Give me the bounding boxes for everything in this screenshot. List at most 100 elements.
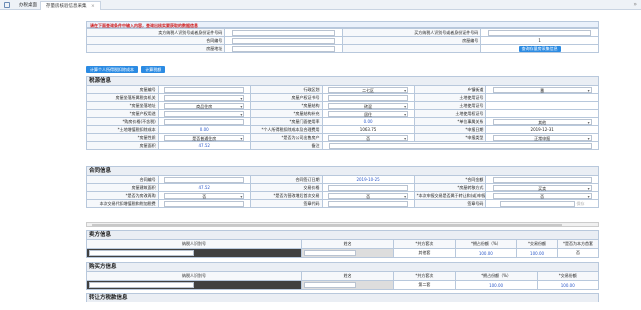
vat-select[interactable]: 否 xyxy=(327,192,409,199)
tab-menu-icon[interactable]: » xyxy=(633,1,637,8)
contract-section-title: 合同信息 xyxy=(86,166,599,175)
tab-home[interactable]: 办税桌面 xyxy=(14,1,42,10)
calc-cost-button[interactable]: 计算个人所得税扣除成本 xyxy=(86,66,138,73)
reform-select[interactable]: 否 xyxy=(164,192,245,199)
structure-extra-select[interactable]: 居住 xyxy=(327,110,409,117)
tax-source-panel: 税源信息 房屋编号 行政区划 二七区 乡镇街道 番 房屋坐落所属税务机关 房屋产… xyxy=(86,76,599,150)
tax-label: *房屋门面使用率 xyxy=(249,117,323,126)
tax-label: *是否为公司出售房产 xyxy=(249,133,323,142)
seller-col-trade: *交易份额 xyxy=(516,239,559,249)
tax-label: 土地使用权证号 xyxy=(413,109,487,118)
seller-col-id: 纳税人识别号 xyxy=(85,239,303,249)
scrollbar-thumb[interactable] xyxy=(92,224,562,226)
tax-field[interactable] xyxy=(164,86,245,93)
tax-label: 行政区划 xyxy=(249,85,323,94)
tax-label: *单位事属关系 xyxy=(413,117,487,126)
transfer-select[interactable]: 买卖 xyxy=(492,184,592,191)
action-bar: 计算个人所得税扣除成本 计算税额 xyxy=(86,66,167,73)
tax-label: *申报日期 xyxy=(413,125,487,134)
street-select[interactable]: 番 xyxy=(492,86,592,93)
contract-label: 签章号码 xyxy=(413,199,487,208)
contract-label: *房屋转移方式 xyxy=(413,183,487,192)
tax-field[interactable] xyxy=(327,94,409,101)
contract-label: 本次交易代扣增值税和附加税费 xyxy=(86,199,159,208)
declare-type-select[interactable]: 正常申报 xyxy=(492,134,592,141)
query-panel: 请在下面查询条件中输入内容，查询出核实要获取的数据信息 卖方纳税人识别号或者身份… xyxy=(85,21,599,53)
seller-col-name: 姓名 xyxy=(301,239,395,249)
tax-office-select[interactable] xyxy=(164,94,245,101)
company-sale-select[interactable]: 否 xyxy=(327,134,409,141)
seller-share-value[interactable]: 100.00 xyxy=(454,248,518,258)
seller-name-field[interactable] xyxy=(304,250,357,256)
home-icon[interactable] xyxy=(4,2,10,8)
house-no-value[interactable]: 1 xyxy=(480,36,599,45)
seller-first-value[interactable]: 否 xyxy=(557,248,599,258)
seller-set-value[interactable]: 其他套 xyxy=(393,248,456,258)
seller-id-field[interactable] xyxy=(89,250,195,256)
buyer-share-value[interactable]: 100.00 xyxy=(454,280,538,290)
buyer-id-input[interactable] xyxy=(487,29,592,36)
contract-label: 房屋建筑面积 xyxy=(86,183,159,192)
table-row[interactable]: 其他套 100.00 100.00 否 xyxy=(85,248,599,258)
tax-label: *房屋产权用途 xyxy=(86,109,159,118)
tab-active-label: 存量房核验信息采集 xyxy=(46,4,87,9)
contract-field[interactable] xyxy=(164,200,245,207)
district-select[interactable]: 二七区 xyxy=(327,86,409,93)
tab-active[interactable]: 存量房核验信息采集 × xyxy=(40,1,101,10)
buyer-id-label: 买方纳税人识别号或者身份证件号码 xyxy=(341,28,482,37)
contract-no-label: 合同编号 xyxy=(85,36,226,45)
tax-label: *申报类型 xyxy=(413,133,487,142)
tax-label: *房屋性质 xyxy=(86,133,159,142)
buyer-id-field[interactable] xyxy=(89,282,195,288)
remark-input[interactable] xyxy=(328,142,592,149)
calc-tax-button[interactable]: 计算税额 xyxy=(141,66,166,73)
tax-label: 房屋产权证书号 xyxy=(249,93,323,102)
contract-label: 合同编号 xyxy=(86,175,159,184)
declare-select[interactable]: 否 xyxy=(492,192,592,199)
contract-amount-input[interactable] xyxy=(492,176,592,183)
contract-date[interactable]: 2019-10-25 xyxy=(321,175,415,184)
horizontal-scrollbar[interactable] xyxy=(86,222,599,227)
seller-id-input[interactable] xyxy=(231,29,336,36)
tax-label: *土地增值税扣除成本 xyxy=(86,125,159,134)
address-label: 房屋地址 xyxy=(85,44,226,53)
house-type-select[interactable]: 商品住房 xyxy=(164,102,245,109)
seller-trade-value[interactable]: 100.00 xyxy=(516,248,559,258)
contract-field[interactable] xyxy=(327,200,409,207)
tax-label: 土地使用证号 xyxy=(413,93,487,102)
tax-label: 乡镇街道 xyxy=(413,85,487,94)
buyer-trade-value[interactable]: 100.00 xyxy=(536,280,600,290)
contract-no-input[interactable] xyxy=(231,37,336,44)
tax-label: 备注 xyxy=(249,141,323,150)
tax-value: 1063.75 xyxy=(321,125,415,134)
buyer-name-field[interactable] xyxy=(304,282,357,288)
relation-select[interactable]: 其他 xyxy=(492,118,592,125)
buyer-col-set: *共方套次 xyxy=(393,271,456,281)
contract-field[interactable] xyxy=(499,200,576,207)
tax-field[interactable] xyxy=(164,118,245,125)
contract-field[interactable] xyxy=(327,184,409,191)
tax-label: 房屋坐落所属税务机关 xyxy=(86,93,159,102)
contract-label: 交易价格 xyxy=(249,183,323,192)
seller-panel: 卖方信息 纳税人识别号 姓名 *共方套次 *拥占份额（%） *交易份额 *是否为… xyxy=(85,230,599,258)
contract-label: *是否为房改再购 xyxy=(86,191,159,200)
save-button[interactable]: 保存 xyxy=(576,201,584,206)
seller-col-first: *是否为本方首套 xyxy=(557,239,599,249)
seller-col-share: *拥占份额（%） xyxy=(454,239,518,249)
contract-panel: 合同信息 合同编号 合同签订日期 2019-10-25 *合同金额 房屋建筑面积… xyxy=(86,166,599,208)
close-icon[interactable]: × xyxy=(91,4,95,9)
use-select[interactable] xyxy=(164,110,245,117)
structure-select[interactable]: 砖混 xyxy=(327,102,409,109)
house-nature-select[interactable]: 是否普通住房 xyxy=(164,134,245,141)
seller-col-set: *共方套次 xyxy=(393,239,456,249)
buyer-set-value[interactable]: 第二套 xyxy=(393,280,456,290)
tax-label: 房屋面积 xyxy=(86,141,159,150)
transfer-section-title: 转让方税款信息 xyxy=(86,293,599,302)
buyer-col-share: *拥占份额（%） xyxy=(454,271,538,281)
table-row[interactable]: 第二套 100.00 100.00 xyxy=(85,280,600,290)
tax-value: 0.00 xyxy=(321,117,415,126)
address-input[interactable] xyxy=(231,45,336,52)
contract-field[interactable] xyxy=(164,176,245,183)
query-button[interactable]: 查询存量房采集信息 xyxy=(518,45,561,52)
contract-label: *是否为营改增后首次交易 xyxy=(249,191,323,200)
